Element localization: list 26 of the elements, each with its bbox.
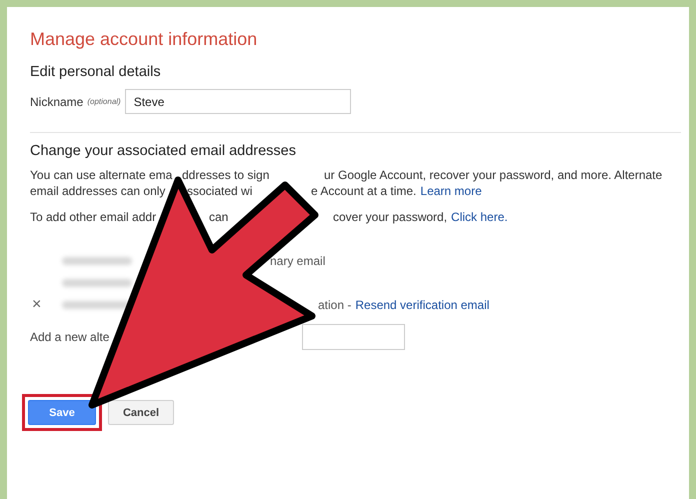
cancel-button[interactable]: Cancel (108, 400, 174, 425)
blurred-email (62, 257, 132, 265)
optional-note: (optional) (87, 97, 121, 106)
paragraph-text: cover your password, (333, 209, 448, 225)
paragraph-text: ddresses to sign (182, 167, 270, 183)
paragraph-text: can (209, 209, 230, 225)
field-label: Nickname (30, 94, 84, 108)
email-note: nary email (270, 254, 326, 268)
paragraph-text: ur Google Account, recover your password, and more. Alternate (324, 167, 664, 183)
remove-icon[interactable]: × (32, 296, 42, 313)
help-link[interactable]: Learn more (420, 183, 482, 199)
section-heading: Edit personal details (30, 64, 162, 80)
section-heading: Change your associated email addresses (30, 143, 297, 159)
field-label: Add a new alte (30, 330, 110, 344)
paragraph-text: email addresses can only (30, 183, 166, 199)
email-note: ation - (318, 298, 352, 312)
blurred-email (62, 279, 132, 287)
page-title: Manage account information (30, 29, 258, 50)
paragraph-text: To add other email addr (30, 209, 158, 225)
new-email-field[interactable] (302, 324, 406, 350)
paragraph-text: You can use alternate ema (30, 167, 174, 183)
help-link[interactable]: Click here. (451, 209, 508, 225)
paragraph-text: ssociated wi (187, 183, 254, 199)
paragraph-text: e Account at a time. (311, 183, 416, 199)
nickname-field[interactable]: Steve (124, 89, 351, 114)
resend-link[interactable]: Resend verification email (355, 298, 490, 312)
